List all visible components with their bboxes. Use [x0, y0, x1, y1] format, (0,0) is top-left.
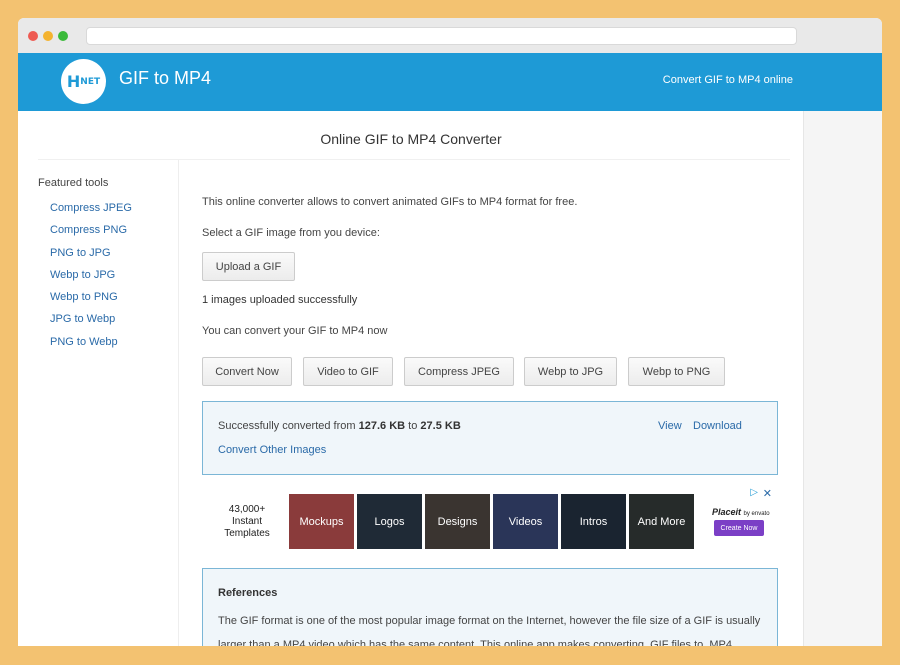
sidebar-item-jpg-to-webp[interactable]: JPG to Webp	[50, 312, 178, 334]
ad-brand-name: Placeit	[712, 507, 742, 517]
convert-prompt: You can convert your GIF to MP4 now	[202, 325, 388, 337]
ad-template-count: 43,000+ Instant Templates	[212, 504, 282, 540]
sidebar-item-compress-png[interactable]: Compress PNG	[50, 223, 178, 245]
sidebar-item-png-to-webp[interactable]: PNG to Webp	[50, 335, 178, 357]
sidebar-item-webp-to-png[interactable]: Webp to PNG	[50, 290, 178, 312]
sidebar-divider	[178, 160, 179, 646]
adchoices-icon[interactable]: ▷	[750, 487, 758, 498]
video-to-gif-button[interactable]: Video to GIF	[303, 357, 393, 386]
result-message: Successfully converted from 127.6 KB to …	[218, 420, 461, 432]
minimize-window-dot[interactable]	[43, 31, 53, 41]
compress-jpeg-button[interactable]: Compress JPEG	[404, 357, 514, 386]
upload-gif-button[interactable]: Upload a GIF	[202, 252, 295, 281]
convert-now-button[interactable]: Convert Now	[202, 357, 292, 386]
references-panel: References The GIF format is one of the …	[202, 568, 778, 646]
site-logo[interactable]: H NET	[61, 59, 106, 104]
download-link[interactable]: Download	[693, 420, 742, 432]
sidebar-item-png-to-jpg[interactable]: PNG to JPG	[50, 246, 178, 268]
site-header: H NET GIF to MP4 Convert GIF to MP4 onlin…	[18, 53, 882, 111]
ad-tile-label: Intros	[579, 515, 608, 528]
sidebar-heading: Featured tools	[38, 177, 109, 189]
conversion-result: Successfully converted from 127.6 KB to …	[202, 401, 778, 475]
ad-tile-label: Videos	[508, 515, 543, 528]
result-middle: to	[405, 420, 421, 432]
site-title[interactable]: GIF to MP4	[119, 68, 211, 89]
ad-tile-mockups[interactable]: Mockups	[289, 494, 354, 549]
ad-count-line2: Instant	[231, 516, 263, 527]
ad-tile-videos[interactable]: Videos	[493, 494, 558, 549]
sidebar: Featured tools Compress JPEG Compress PN…	[38, 177, 178, 357]
main-content: Online GIF to MP4 Converter Featured too…	[18, 111, 804, 646]
address-bar[interactable]	[86, 27, 797, 45]
ad-brand-suffix: by envato	[743, 511, 770, 517]
references-title: References	[218, 587, 278, 599]
ad-tile-and-more[interactable]: And More	[629, 494, 694, 549]
ad-count-line3: Templates	[224, 528, 270, 539]
view-link[interactable]: View	[658, 420, 682, 432]
ad-tile-label: Mockups	[299, 515, 344, 528]
sidebar-list: Compress JPEG Compress PNG PNG to JPG We…	[38, 201, 178, 357]
intro-text: This online converter allows to convert …	[202, 196, 578, 208]
right-gutter	[804, 111, 882, 646]
title-divider	[38, 159, 790, 160]
close-window-dot[interactable]	[28, 31, 38, 41]
page-title: Online GIF to MP4 Converter	[320, 131, 502, 147]
convert-other-link[interactable]: Convert Other Images	[218, 444, 326, 456]
close-ad-icon[interactable]: ✕	[763, 487, 772, 500]
maximize-window-dot[interactable]	[58, 31, 68, 41]
select-prompt: Select a GIF image from you device:	[202, 227, 380, 239]
ad-tile-label: Designs	[437, 515, 478, 528]
ad-tile-designs[interactable]: Designs	[425, 494, 490, 549]
sidebar-item-compress-jpeg[interactable]: Compress JPEG	[50, 201, 178, 223]
result-prefix: Successfully converted from	[218, 420, 359, 432]
ad-tile-logos[interactable]: Logos	[357, 494, 422, 549]
webp-to-png-button[interactable]: Webp to PNG	[628, 357, 725, 386]
sidebar-item-webp-to-jpg[interactable]: Webp to JPG	[50, 268, 178, 290]
ad-tile-label: And More	[637, 515, 686, 528]
logo-rest: NET	[80, 76, 101, 87]
logo-letter: H	[66, 72, 81, 91]
webp-to-jpg-button[interactable]: Webp to JPG	[524, 357, 617, 386]
references-text: The GIF format is one of the most popula…	[218, 615, 761, 646]
ad-brand-logo: Placeit by envato	[712, 507, 770, 517]
browser-window: H NET GIF to MP4 Convert GIF to MP4 onlin…	[18, 18, 882, 646]
result-to-size: 27.5 KB	[420, 420, 461, 432]
upload-status: 1 images uploaded successfully	[202, 294, 358, 306]
ad-create-now-button[interactable]: Create Now	[714, 520, 764, 536]
browser-chrome	[18, 18, 882, 53]
ad-tile-intros[interactable]: Intros	[561, 494, 626, 549]
ad-tile-label: Logos	[374, 515, 405, 528]
result-from-size: 127.6 KB	[358, 420, 406, 432]
ad-banner[interactable]: 43,000+ Instant Templates Mockups Logos …	[212, 487, 772, 551]
header-nav-link[interactable]: Convert GIF to MP4 online	[663, 74, 793, 86]
ad-count-number: 43,000+	[228, 504, 266, 515]
